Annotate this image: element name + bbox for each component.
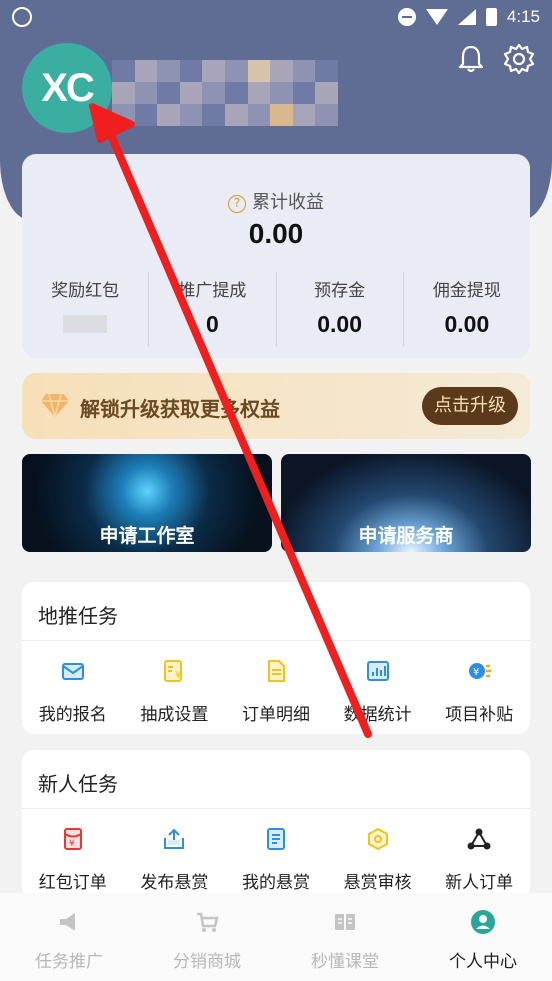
earnings-card: ? 累计收益 0.00 奖励红包 推广提成 0 预存金 0.00 佣金提现 0.0… (22, 154, 530, 358)
coin-icon: ¥ (469, 663, 492, 679)
apply-provider-banner[interactable]: 申请服务商 (281, 454, 531, 552)
divider (22, 808, 530, 809)
ground-tasks-section: 地推任务 我的报名 ¥ 抽成设置 订单明细 数据统计 ¥ 项目补贴 (22, 582, 530, 734)
publish-reward-item[interactable]: 发布悬赏 (124, 820, 226, 893)
apply-provider-label: 申请服务商 (358, 525, 454, 547)
nav-personal-center[interactable]: 个人中心 (414, 893, 552, 981)
red-envelope-icon: ¥ (63, 828, 82, 850)
apply-studio-label: 申请工作室 (99, 525, 195, 547)
commission-settings-item[interactable]: ¥ 抽成设置 (124, 652, 226, 725)
promotion-commission-stat[interactable]: 推广提成 0 (149, 272, 277, 346)
battery-icon (485, 8, 497, 26)
reward-review-item[interactable]: 悬赏审核 (327, 820, 429, 893)
book-icon (335, 914, 355, 930)
cart-icon (197, 912, 219, 932)
diamond-icon (41, 393, 69, 418)
avatar[interactable]: XC (22, 43, 112, 133)
my-registration-item[interactable]: 我的报名 (22, 652, 124, 725)
hexagon-icon (367, 827, 388, 851)
signal-icon (457, 9, 476, 25)
total-earnings-label: ? 累计收益 (22, 188, 530, 214)
notification-bell-icon[interactable] (456, 44, 486, 74)
yen-doc-icon: ¥ (164, 660, 183, 682)
total-earnings-value: 0.00 (248, 218, 304, 249)
data-statistics-item[interactable]: 数据统计 (327, 652, 429, 725)
status-time: 4:15 (506, 7, 540, 26)
wifi-icon (425, 9, 448, 25)
ground-tasks-title: 地推任务 (38, 604, 118, 628)
do-not-disturb-icon (397, 8, 416, 26)
redpacket-orders-item[interactable]: ¥ 红包订单 (22, 820, 124, 893)
app-status-icon (12, 7, 32, 27)
upgrade-text: 解锁升级获取更多权益 (80, 397, 280, 421)
project-subsidy-item[interactable]: ¥ 项目补贴 (428, 652, 530, 725)
megaphone-icon (60, 913, 75, 931)
new-user-tasks-title: 新人任务 (38, 772, 118, 796)
person-icon (471, 910, 495, 934)
network-icon (467, 828, 491, 850)
nav-task-promotion[interactable]: 任务推广 (0, 893, 138, 981)
deposit-stat[interactable]: 预存金 0.00 (277, 272, 404, 346)
commission-withdraw-stat[interactable]: 佣金提现 0.00 (404, 272, 530, 346)
reward-redpacket-value-blurred (63, 315, 108, 333)
upgrade-banner[interactable]: 解锁升级获取更多权益 点击升级 (22, 373, 530, 439)
new-user-tasks-section: 新人任务 ¥ 红包订单 发布悬赏 我的悬赏 悬赏审核 新人订单 (22, 750, 530, 900)
envelope-icon (61, 663, 84, 680)
svg-text:¥: ¥ (175, 670, 181, 681)
username-blurred (112, 60, 338, 126)
help-icon[interactable]: ? (228, 195, 246, 213)
my-rewards-item[interactable]: 我的悬赏 (225, 820, 327, 893)
document-icon (267, 660, 285, 682)
svg-text:¥: ¥ (473, 667, 479, 678)
nav-quick-classroom[interactable]: 秒懂课堂 (276, 893, 414, 981)
settings-gear-icon[interactable] (503, 43, 535, 75)
bottom-navigation: 任务推广 分销商城 秒懂课堂 个人中心 (0, 893, 552, 981)
status-bar: 4:15 (0, 0, 552, 34)
order-details-item[interactable]: 订单明细 (225, 652, 327, 725)
apply-studio-banner[interactable]: 申请工作室 (22, 454, 272, 552)
upload-icon (164, 828, 185, 849)
document-icon (266, 828, 285, 850)
nav-distribution-mall[interactable]: 分销商城 (138, 893, 276, 981)
bar-chart-icon (366, 661, 389, 681)
svg-text:¥: ¥ (69, 839, 75, 849)
reward-redpacket-stat[interactable]: 奖励红包 (22, 272, 150, 346)
new-user-orders-item[interactable]: 新人订单 (428, 820, 530, 893)
divider (22, 640, 530, 641)
upgrade-button[interactable]: 点击升级 (422, 387, 518, 425)
avatar-logo: XC (41, 65, 95, 110)
